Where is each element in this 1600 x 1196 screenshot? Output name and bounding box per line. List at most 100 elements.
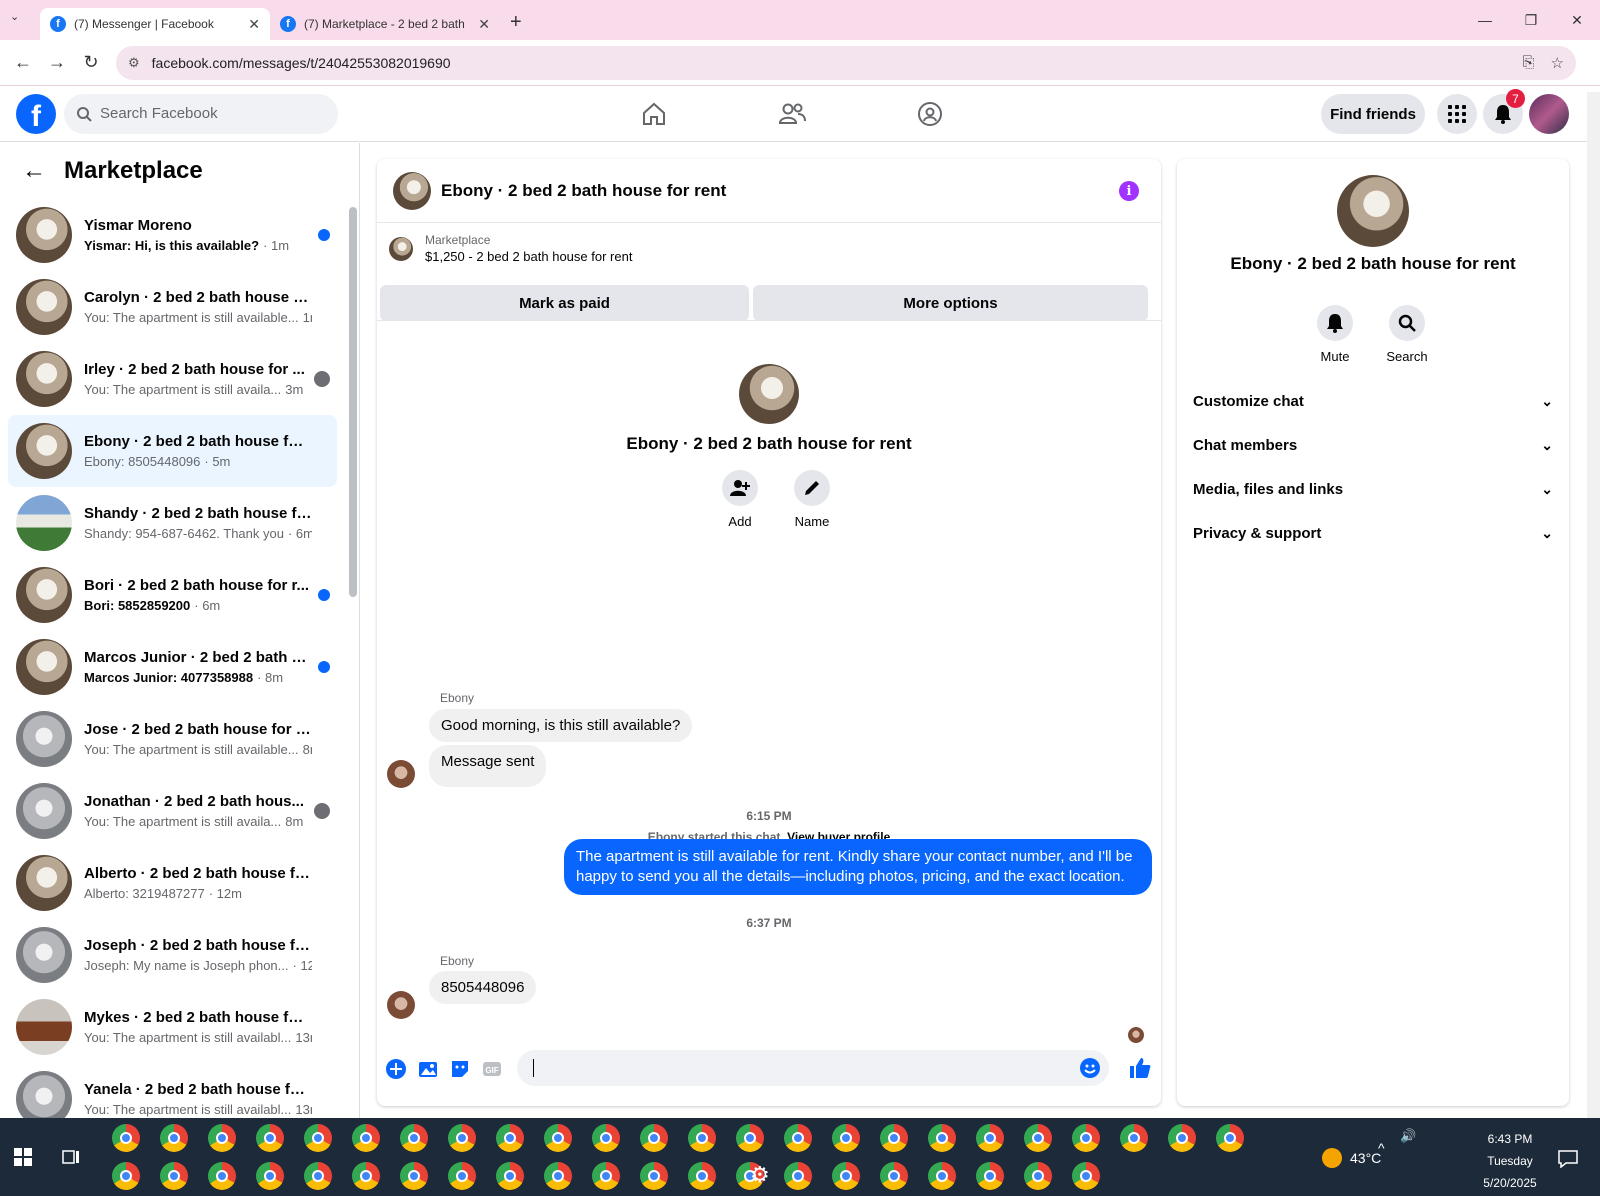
taskbar-chrome-icon[interactable] (112, 1162, 140, 1190)
sidebar-scrollbar[interactable] (349, 207, 357, 597)
taskbar-chrome-icon[interactable] (208, 1124, 236, 1152)
customize-chat-section[interactable]: Customize chat ⌄ (1193, 379, 1553, 423)
task-view-icon[interactable] (62, 1148, 80, 1166)
tray-chevron-icon[interactable]: ^ (1378, 1140, 1385, 1156)
taskbar-chrome-icon[interactable] (928, 1162, 956, 1190)
back-icon[interactable]: ← (6, 52, 40, 73)
gif-icon[interactable]: GIF (481, 1058, 503, 1080)
conversation-item[interactable]: Bori · 2 bed 2 bath house for r... Bori: … (8, 559, 337, 631)
taskbar-chrome-icon[interactable] (160, 1124, 188, 1152)
like-thumb-icon[interactable] (1128, 1056, 1152, 1080)
tab-messenger[interactable]: f (7) Messenger | Facebook ✕ (40, 8, 270, 40)
conversation-item[interactable]: Irley · 2 bed 2 bath house for ... You: T… (8, 343, 337, 415)
sender-avatar[interactable] (387, 991, 415, 1019)
notifications-center-icon[interactable] (1558, 1150, 1578, 1168)
taskbar-chrome-icon[interactable] (976, 1162, 1004, 1190)
taskbar-chrome-icon[interactable] (688, 1124, 716, 1152)
taskbar-chrome-icon[interactable] (928, 1124, 956, 1152)
conversation-item[interactable]: Jose · 2 bed 2 bath house for rent You: T… (8, 703, 337, 775)
windows-start-icon[interactable] (14, 1148, 32, 1166)
settings-gear-icon[interactable]: ⚙ (750, 1162, 770, 1188)
taskbar-chrome-icon[interactable] (304, 1124, 332, 1152)
taskbar-chrome-icon[interactable] (640, 1162, 668, 1190)
restore-icon[interactable]: ❐ (1508, 0, 1554, 40)
conversation-item[interactable]: Mykes · 2 bed 2 bath house for r... You: … (8, 991, 337, 1063)
plus-circle-icon[interactable] (385, 1058, 407, 1080)
friends-icon[interactable] (772, 98, 812, 130)
find-friends-button[interactable]: Find friends (1321, 94, 1425, 134)
taskbar-chrome-icon[interactable] (304, 1162, 332, 1190)
taskbar-chrome-icon[interactable] (352, 1162, 380, 1190)
listing-price[interactable]: $1,250 - 2 bed 2 bath house for rent (425, 249, 632, 264)
taskbar-chrome-icon[interactable] (640, 1124, 668, 1152)
info-icon[interactable]: i (1119, 181, 1139, 201)
close-window-icon[interactable]: ✕ (1554, 0, 1600, 40)
home-icon[interactable] (634, 98, 674, 130)
sticker-icon[interactable] (449, 1058, 471, 1080)
conversation-item[interactable]: Yanela · 2 bed 2 bath house for r... You:… (8, 1063, 337, 1118)
add-people-button[interactable]: Add (710, 470, 770, 529)
taskbar-chrome-icon[interactable] (880, 1162, 908, 1190)
reload-icon[interactable]: ↻ (74, 52, 108, 73)
taskbar-chrome-icon[interactable] (1072, 1124, 1100, 1152)
taskbar-chrome-icon[interactable] (160, 1162, 188, 1190)
incoming-message[interactable]: Good morning, is this still available? (429, 709, 693, 742)
page-scrollbar[interactable] (1587, 92, 1600, 1118)
taskbar-chrome-icon[interactable] (592, 1162, 620, 1190)
edit-name-button[interactable]: Name (782, 470, 842, 529)
taskbar-chrome-icon[interactable] (688, 1162, 716, 1190)
install-app-icon[interactable]: ⎘ (1523, 54, 1535, 71)
incoming-message[interactable]: 8505448096 (429, 971, 537, 1004)
taskbar-chrome-icon[interactable] (1024, 1162, 1052, 1190)
taskbar-chrome-icon[interactable] (1120, 1124, 1148, 1152)
close-tab-icon[interactable]: ✕ (248, 16, 260, 33)
taskbar-chrome-icon[interactable] (1072, 1162, 1100, 1190)
chat-members-section[interactable]: Chat members ⌄ (1193, 423, 1553, 467)
taskbar-chrome-icon[interactable] (832, 1124, 860, 1152)
bookmark-star-icon[interactable]: ☆ (1551, 54, 1564, 72)
conversation-item[interactable]: Ebony · 2 bed 2 bath house for r... Ebony… (8, 415, 337, 487)
outgoing-message[interactable]: The apartment is still available for ren… (564, 839, 1152, 895)
speaker-icon[interactable]: 🔊 (1400, 1128, 1416, 1144)
message-input[interactable] (517, 1050, 1109, 1086)
taskbar-chrome-icon[interactable] (1024, 1124, 1052, 1152)
taskbar-chrome-icon[interactable] (496, 1162, 524, 1190)
sender-avatar[interactable] (387, 760, 415, 788)
taskbar-chrome-icon[interactable] (736, 1124, 764, 1152)
conversation-item[interactable]: Joseph · 2 bed 2 bath house for ... Josep… (8, 919, 337, 991)
taskbar-chrome-icon[interactable] (1168, 1124, 1196, 1152)
conversation-item[interactable]: Carolyn · 2 bed 2 bath house for... You: … (8, 271, 337, 343)
conversation-item[interactable]: Shandy · 2 bed 2 bath house for... Shandy… (8, 487, 337, 559)
menu-grid-icon[interactable] (1437, 94, 1477, 134)
close-tab-icon[interactable]: ✕ (478, 16, 490, 33)
taskbar-chrome-icon[interactable] (592, 1124, 620, 1152)
taskbar-chrome-icon[interactable] (352, 1124, 380, 1152)
new-tab-button[interactable]: + (500, 11, 532, 40)
taskbar-chrome-icon[interactable] (400, 1124, 428, 1152)
taskbar-chrome-icon[interactable] (256, 1124, 284, 1152)
media-files-links-section[interactable]: Media, files and links ⌄ (1193, 467, 1553, 511)
conversation-item[interactable]: Yismar Moreno Yismar: Hi, is this availab… (8, 199, 337, 271)
info-avatar[interactable] (1337, 175, 1409, 247)
taskbar-chrome-icon[interactable] (208, 1162, 236, 1190)
conversation-item[interactable]: Alberto · 2 bed 2 bath house for... Alber… (8, 847, 337, 919)
taskbar-chrome-icon[interactable] (448, 1162, 476, 1190)
chat-title[interactable]: Ebony · 2 bed 2 bath house for rent (441, 181, 726, 201)
conversation-item[interactable]: Marcos Junior · 2 bed 2 bath h... Marcos … (8, 631, 337, 703)
more-options-button[interactable]: More options (753, 285, 1148, 321)
conversation-item[interactable]: Jonathan · 2 bed 2 bath hous... You: The … (8, 775, 337, 847)
taskbar-chrome-icon[interactable] (880, 1124, 908, 1152)
incoming-message[interactable]: Message sent (429, 745, 547, 787)
taskbar-chrome-icon[interactable] (976, 1124, 1004, 1152)
tab-marketplace[interactable]: f (7) Marketplace - 2 bed 2 bath ✕ (270, 8, 500, 40)
taskbar-chrome-icon[interactable] (544, 1124, 572, 1152)
tab-search-icon[interactable]: ⌄ (10, 10, 19, 23)
mute-button[interactable]: Mute (1305, 305, 1365, 364)
account-avatar[interactable] (1529, 94, 1569, 134)
taskbar-chrome-icon[interactable] (496, 1124, 524, 1152)
mark-as-paid-button[interactable]: Mark as paid (380, 285, 749, 321)
url-field[interactable]: ⚙ facebook.com/messages/t/24042553082019… (116, 45, 1576, 80)
listing-thumbnail[interactable] (389, 236, 413, 261)
search-in-chat-button[interactable]: Search (1377, 305, 1437, 364)
facebook-logo-icon[interactable]: f (16, 93, 56, 134)
